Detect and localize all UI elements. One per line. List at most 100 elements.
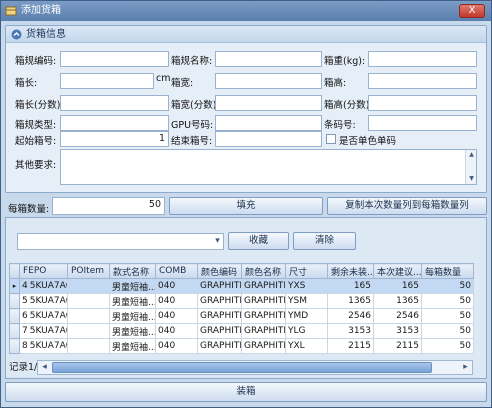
clear-button[interactable]: 清除 [293,232,356,250]
cell-suggest[interactable]: 165 [373,278,422,294]
col-header[interactable]: COMB [155,263,198,279]
cell-poitem[interactable] [67,278,110,294]
scroll-left-icon[interactable]: ◂ [38,361,51,374]
cell-comb[interactable]: 040 [155,323,198,339]
col-header[interactable]: 款式名称 [109,263,156,279]
width-input[interactable] [215,73,322,89]
cell-style[interactable]: 男童短袖... [109,293,156,309]
pack-button[interactable]: 装箱 [5,382,487,402]
row-indicator[interactable] [9,323,20,339]
box-name-input[interactable] [215,51,322,67]
cell-poitem[interactable] [67,338,110,354]
scroll-right-icon[interactable]: ▸ [459,361,472,374]
cell-fepo[interactable]: 75KUA7A0... [19,323,68,339]
cell-style[interactable]: 男童短袖... [109,338,156,354]
panel-header[interactable]: 货箱信息 [6,26,486,43]
col-header[interactable]: POItem [67,263,110,279]
cell-size[interactable]: YXS [285,278,328,294]
qty-input[interactable]: 50 [52,197,165,215]
cell-fepo[interactable]: 45KUA7A0... [19,278,68,294]
length-input[interactable] [60,73,154,89]
scroll-thumb[interactable] [52,362,432,373]
cell-per-box[interactable]: 50 [421,338,474,354]
cell-remain[interactable]: 3153 [327,323,374,339]
col-header[interactable]: 颜色编码 [197,263,242,279]
fill-button[interactable]: 填充 [169,197,323,215]
col-header[interactable]: 尺寸 [285,263,328,279]
cell-style[interactable]: 男童短袖... [109,323,156,339]
cell-comb[interactable]: 040 [155,293,198,309]
cell-style[interactable]: 男童短袖... [109,278,156,294]
col-header[interactable]: 每箱数量 [421,263,474,279]
cell-size[interactable]: YXL [285,338,328,354]
cell-suggest[interactable]: 2115 [373,338,422,354]
box-code-input[interactable] [60,51,169,67]
cell-fepo[interactable]: 85KUA7A0... [19,338,68,354]
other-req-textarea[interactable] [60,149,477,185]
cell-suggest[interactable]: 1365 [373,293,422,309]
cell-suggest[interactable]: 2546 [373,308,422,324]
scroll-up-icon[interactable]: ▲ [465,148,478,161]
table-row[interactable]: ▸45KUA7A0...男童短袖...040GRAPHITEGRAPHITEYX… [9,278,474,294]
cell-per-box[interactable]: 50 [421,278,474,294]
cell-color-code[interactable]: GRAPHITE [197,293,242,309]
cell-per-box[interactable]: 50 [421,293,474,309]
cell-color-code[interactable]: GRAPHITE [197,338,242,354]
cell-fepo[interactable]: 55KUA7A0... [19,293,68,309]
cell-poitem[interactable] [67,293,110,309]
cell-color-name[interactable]: GRAPHITE [241,338,286,354]
copy-qty-button[interactable]: 复制本次数量列到每箱数量列 [327,197,487,215]
end-no-input[interactable] [215,131,322,147]
cell-style[interactable]: 男童短袖... [109,308,156,324]
table-row[interactable]: 65KUA7A0...男童短袖...040GRAPHITEGRAPHITEYMD… [9,308,474,324]
cell-comb[interactable]: 040 [155,338,198,354]
barcode-input[interactable] [368,115,477,131]
cell-remain[interactable]: 2115 [327,338,374,354]
cell-fepo[interactable]: 65KUA7A0... [19,308,68,324]
collect-button[interactable]: 收藏 [228,232,289,250]
cell-poitem[interactable] [67,323,110,339]
cell-color-name[interactable]: GRAPHITE [241,308,286,324]
cell-per-box[interactable]: 50 [421,308,474,324]
col-header[interactable]: FEPO [19,263,68,279]
cell-poitem[interactable] [67,308,110,324]
cell-color-code[interactable]: GRAPHITE [197,308,242,324]
gpu-code-input[interactable] [215,115,322,131]
cell-color-code[interactable]: GRAPHITE [197,323,242,339]
chevron-down-icon[interactable]: ▾ [212,235,223,248]
textarea-scrollbar[interactable]: ▲ ▼ [465,150,476,184]
scroll-down-icon[interactable]: ▼ [465,172,478,185]
cell-per-box[interactable]: 50 [421,323,474,339]
col-header[interactable]: 本次建议... [373,263,422,279]
cell-remain[interactable]: 2546 [327,308,374,324]
row-indicator[interactable] [9,308,20,324]
height-input[interactable] [368,73,477,89]
col-header[interactable] [9,263,20,279]
row-indicator[interactable]: ▸ [9,278,20,294]
close-button[interactable]: X [459,4,485,18]
cell-size[interactable]: YLG [285,323,328,339]
start-no-input[interactable]: 1 [60,131,169,147]
cell-remain[interactable]: 1365 [327,293,374,309]
col-header[interactable]: 剩余未装... [327,263,374,279]
cell-comb[interactable]: 040 [155,278,198,294]
box-type-input[interactable] [60,115,169,131]
table-row[interactable]: 75KUA7A0...男童短袖...040GRAPHITEGRAPHITEYLG… [9,323,474,339]
width-split-input[interactable] [215,95,322,111]
table-row[interactable]: 55KUA7A0...男童短袖...040GRAPHITEGRAPHITEYSM… [9,293,474,309]
single-color-checkbox[interactable] [326,134,336,144]
height-split-input[interactable] [368,95,477,111]
table-row[interactable]: 85KUA7A0...男童短袖...040GRAPHITEGRAPHITEYXL… [9,338,474,354]
cell-remain[interactable]: 165 [327,278,374,294]
collapse-icon[interactable] [11,29,22,40]
box-weight-input[interactable] [368,51,477,67]
row-indicator[interactable] [9,338,20,354]
row-indicator[interactable] [9,293,20,309]
cell-suggest[interactable]: 3153 [373,323,422,339]
cell-color-code[interactable]: GRAPHITE [197,278,242,294]
length-split-input[interactable] [60,95,169,111]
col-header[interactable]: 颜色名称 [241,263,286,279]
cell-comb[interactable]: 040 [155,308,198,324]
cell-color-name[interactable]: GRAPHITE [241,323,286,339]
cell-size[interactable]: YSM [285,293,328,309]
